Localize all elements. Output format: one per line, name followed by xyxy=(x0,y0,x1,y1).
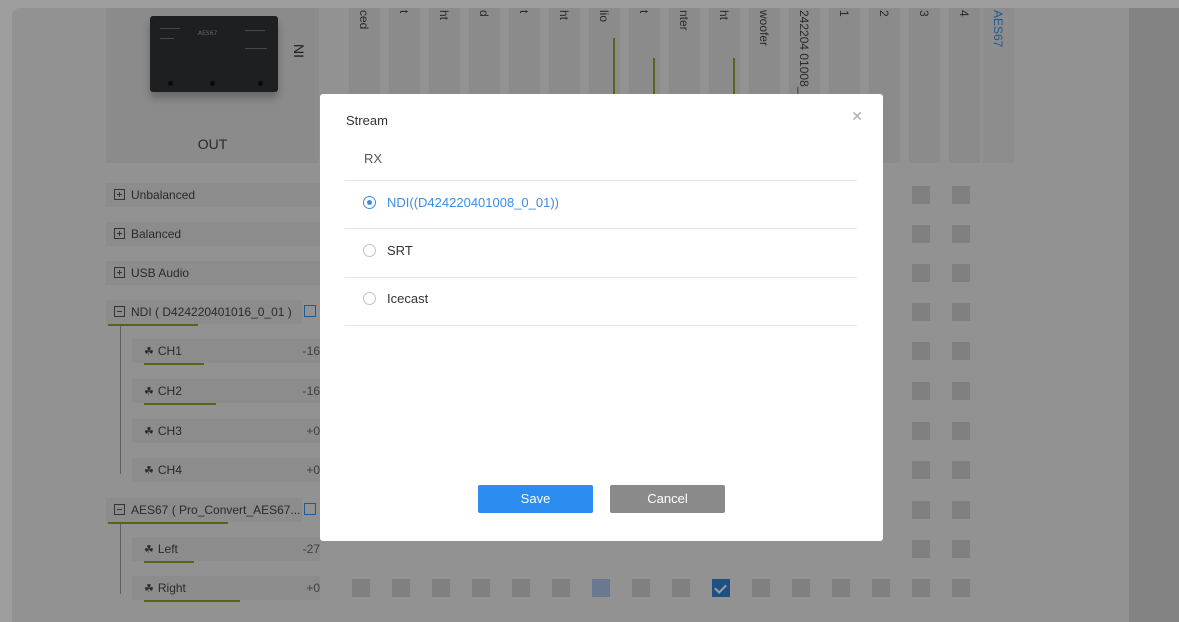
stream-dialog: Stream ✕ RX NDI((D424220401008_0_01)) SR… xyxy=(320,94,883,541)
option-srt[interactable]: SRT xyxy=(363,243,413,263)
radio-icon[interactable] xyxy=(363,196,376,210)
cancel-button[interactable]: Cancel xyxy=(610,485,725,513)
rx-section-label: RX xyxy=(364,151,383,166)
save-button[interactable]: Save xyxy=(478,485,593,513)
radio-icon[interactable] xyxy=(363,292,376,306)
dialog-title: Stream xyxy=(346,113,388,128)
radio-icon[interactable] xyxy=(363,244,376,258)
option-ndi[interactable]: NDI((D424220401008_0_01)) xyxy=(363,195,559,215)
option-icecast[interactable]: Icecast xyxy=(363,291,428,311)
close-icon[interactable]: ✕ xyxy=(851,108,863,125)
